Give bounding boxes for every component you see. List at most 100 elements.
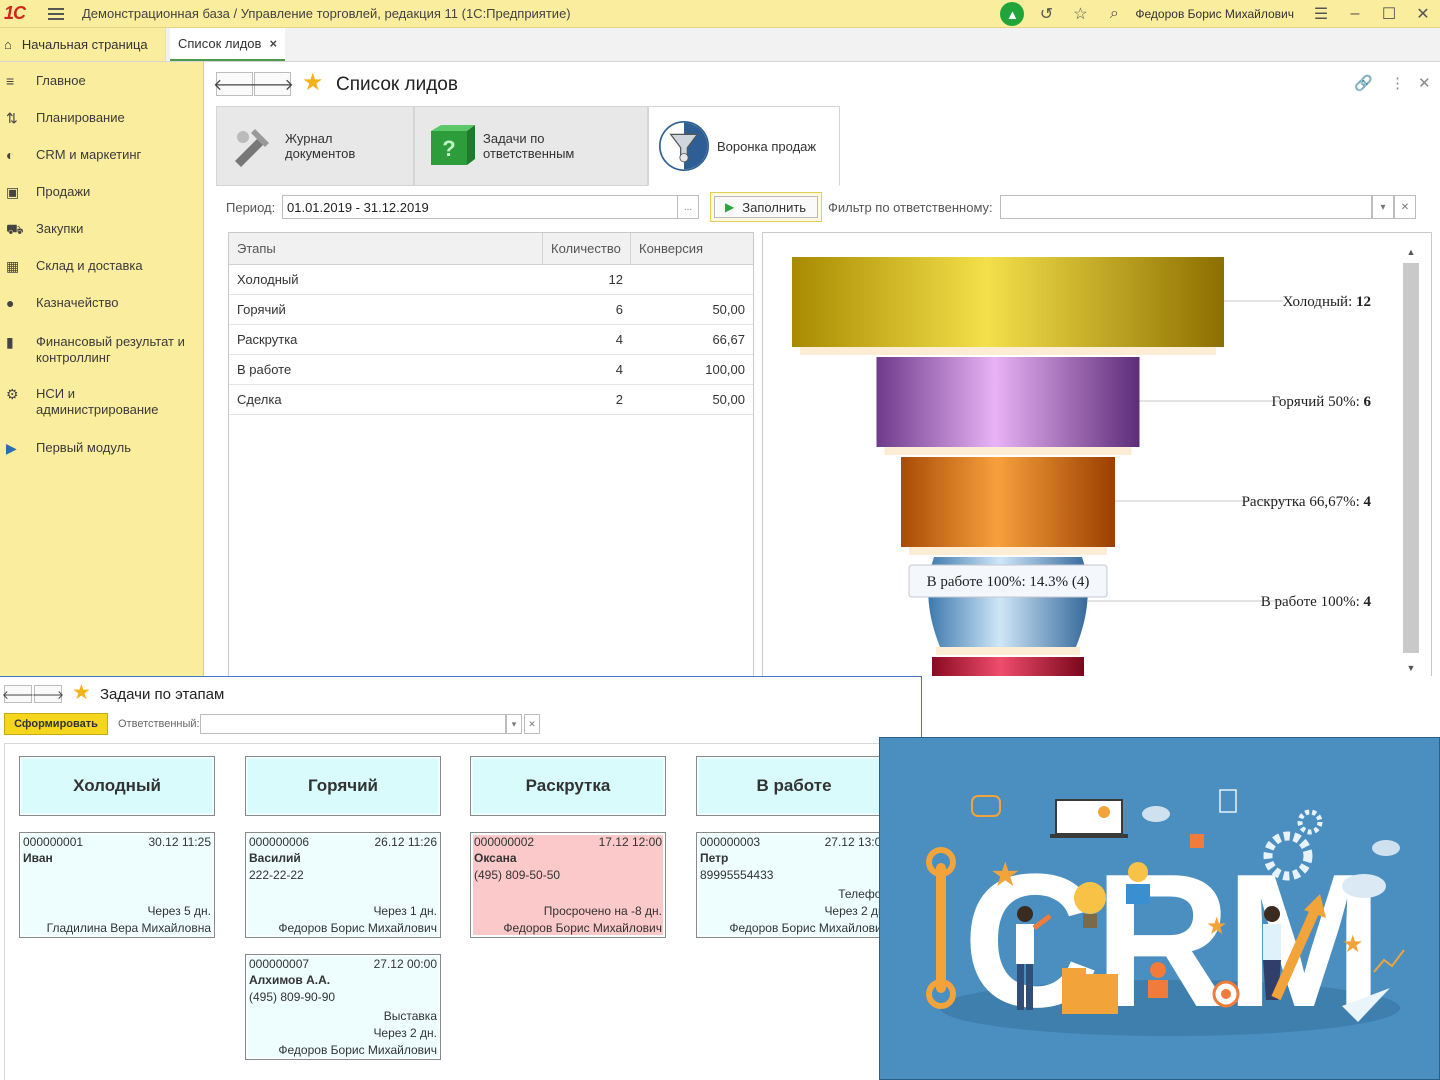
main-menu-icon[interactable] [48, 7, 64, 20]
page-title: Список лидов [336, 74, 458, 95]
responsible-clear-button[interactable]: ✕ [1394, 195, 1416, 219]
warehouse-icon: ▦ [6, 258, 20, 274]
task-card-overdue[interactable]: 000000002 17.12 12:00 Оксана (495) 809-50… [470, 832, 666, 938]
svg-text:★: ★ [990, 856, 1020, 894]
link-icon[interactable]: 🔗 [1354, 74, 1373, 92]
chart-scrollbar[interactable]: ▲ ▼ [1403, 247, 1419, 673]
maximize-icon[interactable]: ☐ [1372, 0, 1406, 28]
funnel-label: Холодный: 12 [1283, 294, 1371, 310]
tasks-favorite-star-icon[interactable]: ★ [72, 680, 91, 705]
sidebar-item-treasury[interactable]: ● Казначейство [0, 295, 204, 332]
cart-icon: ⛟ [6, 221, 24, 237]
task-card[interactable]: 000000006 26.12 11:26 Василий 222-22-22 Ч… [245, 832, 441, 938]
tasks-title: Задачи по этапам [100, 686, 225, 703]
question-box-icon: ? [425, 121, 475, 171]
funnel-segment-base [936, 647, 1080, 655]
funnel-segment-base [884, 447, 1132, 455]
bag-icon: ▣ [6, 184, 20, 200]
funnel-label: Горячий 50%: 6 [1271, 394, 1371, 410]
svg-text:★: ★ [1206, 913, 1228, 940]
sidebar-item-admin[interactable]: ⚙ НСИ и администрирование [0, 384, 204, 436]
col-count[interactable]: Количество [543, 233, 631, 264]
stage-header-hot: Горячий [245, 756, 441, 816]
funnel-segment-2[interactable] [876, 357, 1140, 447]
task-card[interactable]: 000000003 27.12 13:00 Петр 89995554433 Те… [696, 832, 892, 938]
funnel-segment-5[interactable] [932, 657, 1084, 676]
sidebar-item-purchases[interactable]: ⛟ Закупки [0, 221, 204, 258]
sidebar-item-planning[interactable]: ⇅ Планирование [0, 110, 204, 147]
task-card[interactable]: 000000007 27.12 00:00 Алхимов А.А. (495) … [245, 954, 441, 1060]
search-icon[interactable]: ⌕ [1097, 0, 1131, 28]
tab-sales-funnel[interactable]: Воронка продаж [648, 106, 840, 186]
sidebar-item-finance[interactable]: ▮ Финансовый результат и контроллинг [0, 332, 204, 384]
svg-text:В работе 100%: 14.3% (4): В работе 100%: 14.3% (4) [927, 574, 1090, 590]
leads-form: 🡐 🡒 ★ Список лидов 🔗 ⋮ ✕ Журнал документ… [204, 62, 1440, 676]
close-form-icon[interactable]: ✕ [1418, 74, 1431, 92]
funnel-segment-1[interactable] [792, 257, 1224, 347]
crm-icon: ◐ [6, 147, 15, 163]
table-row[interactable]: Горячий 6 50,00 [229, 295, 753, 325]
crm-illustration: CRM ★ ★ ★ [879, 737, 1440, 1080]
responsible-field[interactable] [200, 714, 506, 734]
sidebar-item-first-module[interactable]: ▶ Первый модуль [0, 436, 204, 473]
crm-artwork: CRM ★★★ [926, 789, 1405, 1047]
favorites-icon[interactable]: ☆ [1063, 0, 1097, 28]
app-logo: 1С [4, 3, 26, 23]
responsible-filter-field[interactable] [1000, 195, 1372, 219]
close-tab-icon[interactable]: × [269, 36, 277, 51]
responsible-clear-button[interactable]: ✕ [524, 714, 540, 734]
planning-icon: ⇅ [6, 110, 18, 126]
sidebar-item-main[interactable]: ≡ Главное [0, 73, 204, 110]
period-field[interactable]: 01.01.2019 - 31.12.2019 [282, 195, 678, 219]
responsible-dropdown-button[interactable]: ▾ [506, 714, 522, 734]
table-row[interactable]: В работе 4 100,00 [229, 355, 753, 385]
table-row[interactable]: Раскрутка 4 66,67 [229, 325, 753, 355]
tab-home[interactable]: ⌂ Начальная страница [0, 28, 166, 61]
kanban-board: Холодный Горячий Раскрутка В работе 0000… [4, 743, 922, 1080]
sidebar-item-warehouse[interactable]: ▦ Склад и доставка [0, 258, 204, 295]
chat-bubble-icon [971, 795, 1001, 817]
play-icon: ▶ [725, 200, 735, 214]
tab-documents-journal[interactable]: Журнал документов [216, 106, 414, 186]
line-chart-icon [1373, 949, 1405, 973]
tab-leads-label: Список лидов [178, 36, 262, 51]
notifications-icon[interactable]: ▲ [995, 0, 1029, 28]
minimize-icon[interactable]: – [1338, 0, 1372, 28]
back-button[interactable]: 🡐 [213, 72, 256, 96]
document-icon [1219, 789, 1237, 813]
tasks-forward-button[interactable]: 🡒 [32, 685, 64, 703]
close-window-icon[interactable]: ✕ [1406, 0, 1440, 28]
history-icon[interactable]: ↺ [1029, 0, 1063, 28]
current-user[interactable]: Федоров Борис Михайлович [1135, 7, 1294, 21]
sidebar-item-sales[interactable]: ▣ Продажи [0, 184, 204, 221]
task-card[interactable]: 000000001 30.12 11:25 Иван Через 5 дн. Гл… [19, 832, 215, 938]
gear-icon: ⚙ [6, 386, 19, 402]
table-row[interactable]: Сделка 2 50,00 [229, 385, 753, 415]
sections-sidebar: ≡ Главное ⇅ Планирование ◐ CRM и маркетинг … [0, 62, 204, 676]
tab-home-label: Начальная страница [21, 37, 148, 52]
col-conversion[interactable]: Конверсия [631, 233, 753, 264]
table-row[interactable]: Холодный 12 [229, 265, 753, 295]
period-select-button[interactable]: ... [677, 195, 699, 219]
responsible-dropdown-button[interactable]: ▾ [1372, 195, 1394, 219]
funnel-segment-3[interactable] [901, 457, 1115, 547]
gear-small-icon [1297, 809, 1323, 835]
tasks-back-button[interactable]: 🡐 [2, 685, 34, 703]
settings-menu-icon[interactable]: ☰ [1304, 0, 1338, 28]
stage-header-in-work: В работе [696, 756, 892, 816]
wrench-icon [926, 847, 956, 1009]
chart-tooltip: В работе 100%: 14.3% (4) [908, 564, 1108, 598]
sidebar-item-crm[interactable]: ◐ CRM и маркетинг [0, 147, 204, 184]
more-icon[interactable]: ⋮ [1390, 74, 1405, 92]
forward-button[interactable]: 🡒 [251, 72, 294, 96]
tab-leads-list[interactable]: Список лидов × [170, 28, 286, 61]
fill-button[interactable]: ▶ Заполнить [714, 196, 818, 218]
favorite-star-icon[interactable]: ★ [302, 68, 324, 97]
generate-button[interactable]: Сформировать [4, 713, 108, 735]
target-icon [1212, 980, 1240, 1008]
tab-tasks-by-responsible[interactable]: ? Задачи по ответственным [414, 106, 648, 186]
monitor-icon [1050, 799, 1128, 838]
funnel-label: Раскрутка 66,67%: 4 [1242, 494, 1372, 510]
col-stage[interactable]: Этапы [229, 233, 543, 264]
funnel-chart-svg: Холодный: 12 Горячий 50%: 6 Раскрутка 66,6… [792, 247, 1419, 676]
